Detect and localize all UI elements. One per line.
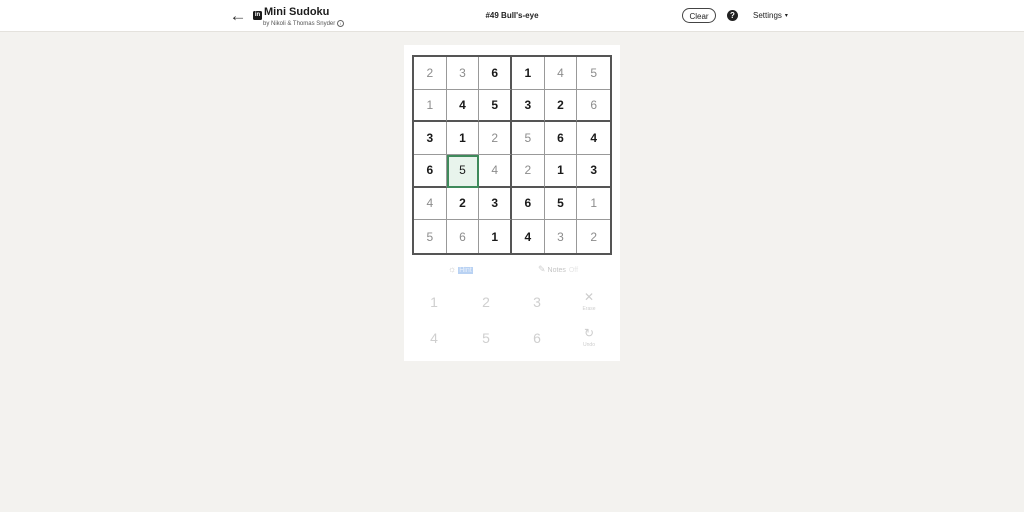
sudoku-cell[interactable]: 6 xyxy=(414,155,447,188)
key-2[interactable]: 2 xyxy=(461,285,511,319)
clear-button[interactable]: Clear xyxy=(682,8,716,23)
sudoku-cell[interactable]: 5 xyxy=(544,187,578,221)
chevron-down-icon: ▾ xyxy=(784,13,788,19)
sudoku-cell[interactable]: 5 xyxy=(414,220,447,253)
sudoku-cell[interactable]: 6 xyxy=(512,187,545,221)
sudoku-cell[interactable]: 1 xyxy=(414,89,447,123)
puzzle-name: #49 Bull's-eye xyxy=(485,11,539,20)
sudoku-cell[interactable]: 5 xyxy=(577,57,610,90)
info-icon[interactable]: i xyxy=(337,20,345,27)
sudoku-cell[interactable]: 2 xyxy=(446,187,480,221)
sudoku-cell[interactable]: 3 xyxy=(446,57,480,90)
number-pad: 1 2 3 ✕ Erase 4 5 6 ↻ Undo xyxy=(404,285,620,357)
settings-menu-button[interactable]: Settings ▾ xyxy=(753,11,788,20)
sudoku-cell[interactable]: 3 xyxy=(414,122,447,155)
sudoku-cell[interactable]: 2 xyxy=(577,220,610,253)
sudoku-cell[interactable]: 4 xyxy=(479,155,512,188)
sudoku-cell[interactable]: 2 xyxy=(544,89,578,123)
sudoku-board: 236145145326312564654213423651561432 xyxy=(412,55,612,255)
notes-toggle[interactable]: ✎ Notes Off xyxy=(538,264,578,275)
selected-cell[interactable]: 5 xyxy=(446,155,480,188)
help-icon[interactable]: ? xyxy=(727,10,738,21)
undo-label: Undo xyxy=(583,342,595,348)
hint-label: Hint xyxy=(458,267,473,274)
sudoku-cell[interactable]: 3 xyxy=(577,155,610,188)
undo-button[interactable]: ↻ Undo xyxy=(564,321,614,355)
settings-label: Settings xyxy=(753,11,782,20)
sudoku-cell[interactable]: 6 xyxy=(544,122,578,155)
sudoku-cell[interactable]: 6 xyxy=(479,57,512,90)
control-row: ☼ Hint ✎ Notes Off xyxy=(404,263,620,277)
sudoku-cell[interactable]: 1 xyxy=(577,188,610,221)
sudoku-cell[interactable]: 4 xyxy=(414,187,447,221)
hint-button[interactable]: ☼ Hint xyxy=(448,264,473,274)
sudoku-cell[interactable]: 4 xyxy=(446,89,480,123)
sudoku-cell[interactable]: 4 xyxy=(577,122,610,155)
sudoku-cell[interactable]: 6 xyxy=(447,220,480,253)
byline-text: by Nikoli & Thomas Snyder xyxy=(263,21,336,28)
sudoku-cell[interactable]: 2 xyxy=(479,122,512,155)
sudoku-cell[interactable]: 3 xyxy=(479,187,512,221)
sudoku-cell[interactable]: 6 xyxy=(577,90,610,123)
game-panel: 236145145326312564654213423651561432 ☼ Hi… xyxy=(404,45,620,361)
notes-label: Notes xyxy=(547,267,566,274)
sudoku-cell[interactable]: 5 xyxy=(479,89,512,123)
key-4[interactable]: 4 xyxy=(409,321,459,355)
byline: by Nikoli & Thomas Snyder i xyxy=(263,20,345,28)
key-3[interactable]: 3 xyxy=(512,285,562,319)
sudoku-cell[interactable]: 1 xyxy=(446,122,480,155)
notes-state: Off xyxy=(568,267,579,274)
sudoku-cell[interactable]: 2 xyxy=(512,155,545,188)
undo-icon: ↻ xyxy=(583,326,595,340)
sudoku-cell[interactable]: 4 xyxy=(544,57,578,90)
sudoku-cell[interactable]: 1 xyxy=(544,155,578,188)
key-1[interactable]: 1 xyxy=(409,285,459,319)
sudoku-cell[interactable]: 5 xyxy=(512,122,545,155)
erase-button[interactable]: ✕ Erase xyxy=(564,285,614,319)
sudoku-cell[interactable]: 3 xyxy=(512,89,545,123)
sudoku-cell[interactable]: 1 xyxy=(479,220,512,253)
erase-label: Erase xyxy=(582,306,596,312)
sudoku-cell[interactable]: 3 xyxy=(545,220,578,253)
sudoku-cell[interactable]: 1 xyxy=(512,57,545,90)
pencil-icon: ✎ xyxy=(538,264,546,274)
top-bar: ← in Mini Sudoku by Nikoli & Thomas Snyd… xyxy=(0,0,1024,32)
key-5[interactable]: 5 xyxy=(461,321,511,355)
lightbulb-icon: ☼ xyxy=(448,264,457,274)
sudoku-cell[interactable]: 4 xyxy=(512,220,545,253)
key-6[interactable]: 6 xyxy=(512,321,562,355)
sudoku-cell[interactable]: 2 xyxy=(414,57,447,90)
close-icon: ✕ xyxy=(583,290,595,304)
